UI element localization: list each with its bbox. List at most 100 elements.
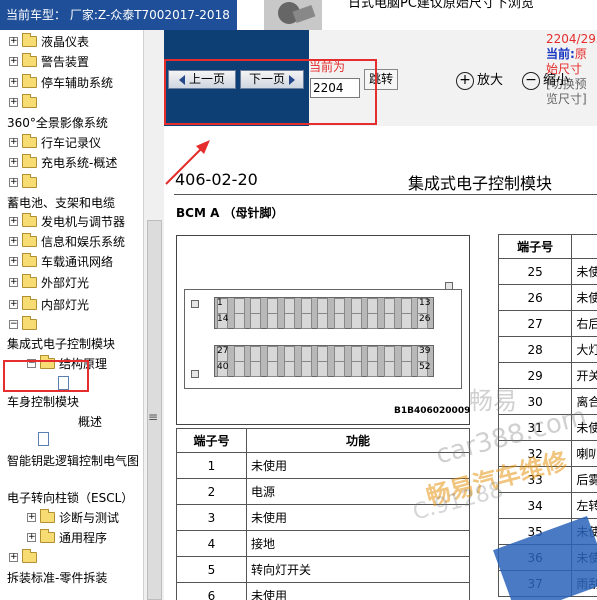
jump-button[interactable]: 跳转 xyxy=(364,69,398,90)
expand-icon[interactable]: + xyxy=(27,533,36,542)
tree-node-label: 通用程序 xyxy=(59,531,108,545)
tree-node[interactable]: + xyxy=(0,173,143,193)
pin-function-table-continued: 端子号 25未使26未使27右后28大灯29开关30离合31未使32喇叭33后雾… xyxy=(497,234,597,597)
function-cell: 雨刮 xyxy=(571,570,597,597)
prev-page-label: 上一页 xyxy=(188,72,225,86)
connector-pin xyxy=(283,313,295,329)
zoom-in-button[interactable]: + 放大 xyxy=(456,70,503,92)
column-header: 端子号 xyxy=(497,234,573,259)
table-row: 3 未使用 xyxy=(176,504,470,531)
tree-node[interactable]: + 充电系统-概述 xyxy=(0,153,143,173)
banner-image xyxy=(264,0,322,30)
tree-scrollbar[interactable] xyxy=(143,30,164,600)
tree-node[interactable] xyxy=(0,430,143,450)
expand-icon[interactable]: + xyxy=(9,553,18,562)
tree-node[interactable]: + 警告装置 xyxy=(0,52,143,72)
expand-icon[interactable]: + xyxy=(9,300,18,309)
connector-pin xyxy=(250,361,262,377)
function-cell: 大灯 xyxy=(571,336,597,363)
table-row: 1 未使用 xyxy=(176,452,470,479)
function-cell: 离合 xyxy=(571,388,597,415)
terminal-number-cell: 30 xyxy=(497,388,573,415)
tree-node[interactable]: + 通用程序 xyxy=(0,528,143,548)
function-cell: 喇叭 xyxy=(571,440,597,467)
current-page-label: 当前为 xyxy=(309,60,346,74)
tree-node[interactable]: + xyxy=(0,93,143,113)
collapse-icon[interactable]: − xyxy=(9,320,18,329)
expand-icon[interactable]: + xyxy=(27,513,36,522)
terminal-number-cell: 34 xyxy=(497,492,573,519)
pin-label: 39 xyxy=(419,346,431,356)
tree-node-label: 液晶仪表 xyxy=(41,35,90,49)
tree-node[interactable]: 360°全景影像系统 xyxy=(0,113,143,133)
tree-node[interactable]: + 发电机与调节器 xyxy=(0,212,143,232)
expand-icon[interactable]: + xyxy=(9,178,18,187)
tree-node[interactable]: 集成式电子控制模块 xyxy=(0,334,143,354)
tree-node[interactable]: + 停车辅助系统 xyxy=(0,73,143,93)
expand-icon[interactable]: + xyxy=(9,257,18,266)
table-row: 5 转向灯开关 xyxy=(176,556,470,583)
tree-node[interactable]: 概述 xyxy=(0,412,143,432)
zoom-out-label: 缩小 xyxy=(543,73,570,88)
expand-icon[interactable]: + xyxy=(9,158,18,167)
tree-node[interactable]: 蓄电池、支架和电缆 xyxy=(0,193,143,213)
document-code: 406-02-20 xyxy=(175,170,258,189)
page-number-input[interactable] xyxy=(310,78,360,98)
tree-node[interactable]: + 内部灯光 xyxy=(0,295,143,315)
function-cell: 未使用 xyxy=(246,504,470,531)
tree-node[interactable]: 车身控制模块 xyxy=(0,392,143,412)
tree-node[interactable]: + 诊断与测试 xyxy=(0,508,143,528)
tree-node[interactable]: 电子转向柱锁（ESCL） xyxy=(0,488,143,508)
tree-node[interactable]: + 外部灯光 xyxy=(0,273,143,293)
connector-label: BCM A （母针脚） xyxy=(176,206,284,220)
connector-pin xyxy=(400,346,412,362)
connector-pin xyxy=(283,346,295,362)
folder-icon xyxy=(22,549,37,563)
tree-node-label: 警告装置 xyxy=(41,55,90,69)
tree-node[interactable]: − xyxy=(0,315,143,335)
tree-node-label: 行车记录仪 xyxy=(41,136,102,150)
tree-node-label: 电子转向柱锁（ESCL） xyxy=(7,491,134,505)
terminal-number-cell: 5 xyxy=(176,556,247,583)
tree-node[interactable]: + 液晶仪表 xyxy=(0,32,143,52)
table-row: 37雨刮 xyxy=(497,570,597,597)
table-row: 26未使 xyxy=(497,284,597,311)
zoom-out-button[interactable]: − 缩小 xyxy=(522,70,569,92)
tree-node-label: 发电机与调节器 xyxy=(41,215,126,229)
expand-icon[interactable]: + xyxy=(9,138,18,147)
folder-icon xyxy=(22,154,37,168)
tree-node[interactable]: + 车载通讯网络 xyxy=(0,252,143,272)
tree-node[interactable]: 智能钥匙逻辑控制电气图 xyxy=(0,451,143,471)
tree-node[interactable]: + xyxy=(0,548,143,568)
expand-icon[interactable]: + xyxy=(9,37,18,46)
connector-pin xyxy=(400,298,412,314)
tree-node-label: 车身控制模块 xyxy=(7,395,80,409)
prev-page-button[interactable]: 上一页 xyxy=(168,70,236,89)
connector-pin xyxy=(384,298,395,314)
tree-node-label: 拆装标准-零件拆装 xyxy=(7,571,108,585)
category-tree: + 液晶仪表 + 警告装置 + 停车辅助系统 +360°全景影像系统 + 行车记录仪 + 充电系统-… xyxy=(0,30,143,600)
tree-node[interactable]: 拆装标准-零件拆装 xyxy=(0,568,143,588)
expand-icon[interactable]: + xyxy=(9,78,18,87)
folder-icon xyxy=(22,213,37,227)
connector-code: B1B406020009 xyxy=(394,406,471,416)
tree-node[interactable]: + 信息和娱乐系统 xyxy=(0,232,143,252)
expand-icon[interactable]: + xyxy=(9,217,18,226)
column-header: 功能 xyxy=(246,428,470,453)
connector-pin xyxy=(250,298,262,314)
table-row: 35未使 xyxy=(497,518,597,545)
expand-icon[interactable]: + xyxy=(9,57,18,66)
expand-icon[interactable]: + xyxy=(9,237,18,246)
terminal-number-cell: 27 xyxy=(497,310,573,337)
function-cell: 电源 xyxy=(246,478,470,505)
tree-node[interactable]: + 行车记录仪 xyxy=(0,133,143,153)
splitter-grip-icon[interactable]: ≡ xyxy=(148,410,158,424)
expand-icon[interactable]: + xyxy=(9,98,18,107)
next-page-button[interactable]: 下一页 xyxy=(240,70,304,89)
table-row: 33后雾 xyxy=(497,466,597,493)
terminal-number-cell: 1 xyxy=(176,452,247,479)
expand-icon[interactable]: + xyxy=(9,278,18,287)
pin-label: 1 xyxy=(217,298,223,308)
function-cell: 左转 xyxy=(571,492,597,519)
connector-pin xyxy=(350,298,362,314)
